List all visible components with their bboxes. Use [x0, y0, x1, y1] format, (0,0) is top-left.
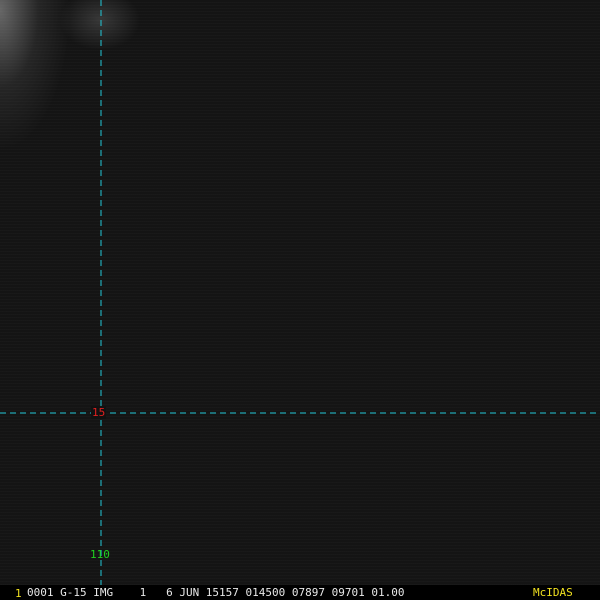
- status-bar: 1 0001 G-15 IMG 1 6 JUN 15157 014500 078…: [0, 585, 600, 600]
- longitude-label: 110: [90, 548, 110, 561]
- satellite-image-frame: 15 110 1 0001 G-15 IMG 1 6 JUN 15157 014…: [0, 0, 600, 600]
- mcidas-brand-label: McIDAS: [533, 586, 573, 599]
- image-metadata-text: 0001 G-15 IMG 1 6 JUN 15157 014500 07897…: [27, 586, 405, 599]
- map-grid-overlay: [0, 0, 600, 585]
- latitude-label: 15: [91, 406, 107, 419]
- frame-number: 1: [15, 587, 22, 600]
